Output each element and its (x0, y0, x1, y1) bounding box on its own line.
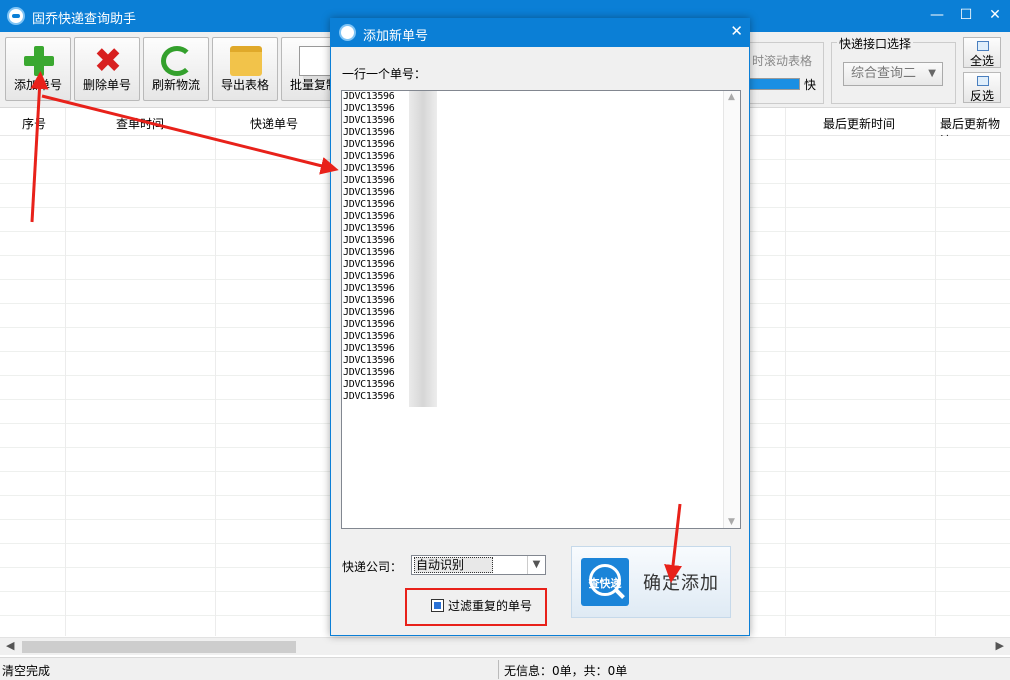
annotation-arrows (30, 71, 682, 583)
annotation-arrow-right (41, 94, 339, 175)
annotation-arrow-down (664, 503, 682, 583)
annotation-arrow-up (30, 71, 49, 223)
